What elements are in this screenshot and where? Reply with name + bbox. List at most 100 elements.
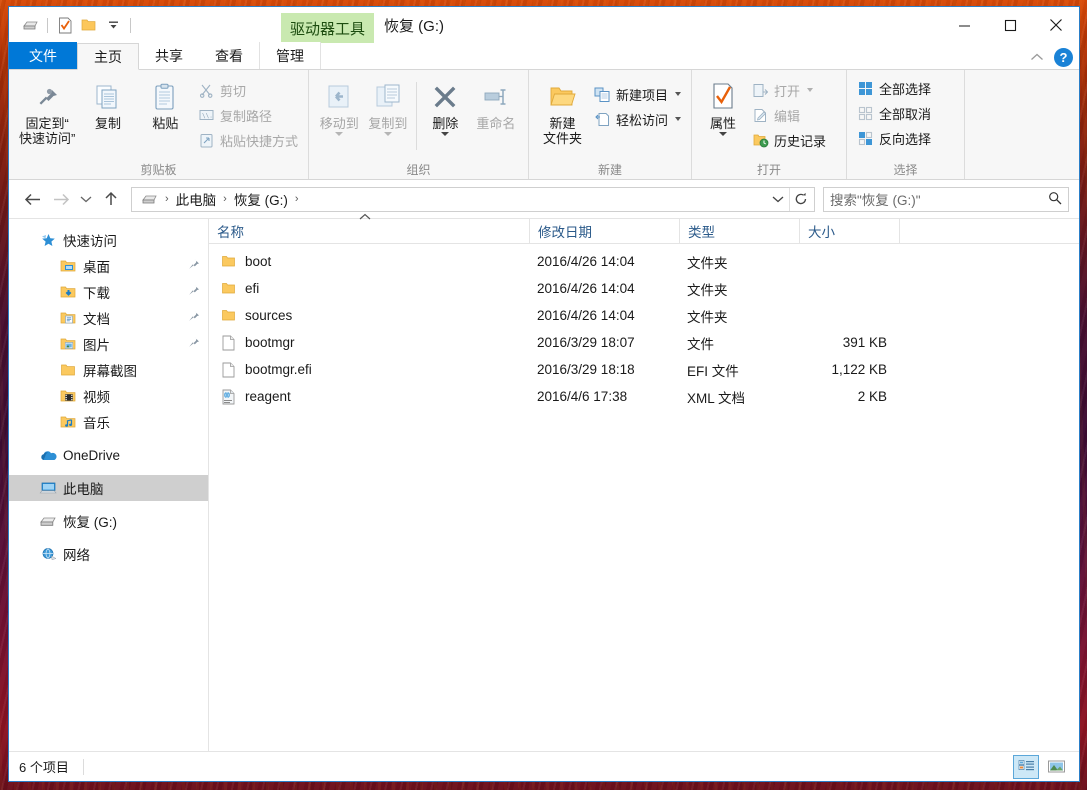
sidebar-item-onedrive[interactable]: OneDrive xyxy=(9,442,208,468)
properties-button[interactable]: 属性 xyxy=(698,74,748,136)
sidebar-item-quick-access[interactable]: 快速访问 xyxy=(9,227,208,253)
pin-icon xyxy=(32,78,62,116)
rename-button[interactable]: 重命名 xyxy=(470,74,522,131)
tab-view[interactable]: 查看 xyxy=(199,42,259,69)
sidebar-item-music[interactable]: 音乐 xyxy=(9,409,208,435)
history-dropdown-icon[interactable] xyxy=(767,188,789,211)
tab-home[interactable]: 主页 xyxy=(77,43,139,70)
sidebar-item-network[interactable]: 网络 xyxy=(9,541,208,567)
sidebar-item-recovery-drive[interactable]: 恢复 (G:) xyxy=(9,508,208,534)
maximize-button[interactable] xyxy=(987,7,1033,43)
file-size: 2 KB xyxy=(799,389,899,404)
pin-icon[interactable] xyxy=(187,258,200,274)
chevron-down-icon[interactable] xyxy=(441,132,449,136)
up-button[interactable] xyxy=(97,186,125,212)
help-button[interactable]: ? xyxy=(1054,48,1073,67)
address-bar[interactable]: › 此电脑 › 恢复 (G:) › xyxy=(131,187,815,212)
file-type: XML 文档 xyxy=(679,387,799,407)
tab-manage[interactable]: 管理 xyxy=(259,42,321,69)
chevron-down-icon[interactable] xyxy=(675,92,681,96)
nav-spacer xyxy=(9,534,208,541)
details-view-icon[interactable] xyxy=(1013,755,1039,779)
column-header-type[interactable]: 类型 xyxy=(679,219,799,244)
ribbon-group-new: 新建 文件夹 新建项目 xyxy=(529,70,692,179)
new-folder-icon[interactable] xyxy=(77,13,101,37)
edit-button[interactable]: 编辑 xyxy=(748,103,830,127)
pin-icon[interactable] xyxy=(187,284,200,300)
table-row[interactable]: reagent 2016/4/6 17:38 XML 文档 2 KB xyxy=(209,383,1079,410)
sidebar-label: 快速访问 xyxy=(63,230,117,250)
drive-icon[interactable] xyxy=(18,13,42,37)
delete-button[interactable]: 删除 xyxy=(421,74,470,136)
tab-file[interactable]: 文件 xyxy=(9,42,77,69)
breadcrumb-separator[interactable]: › xyxy=(163,193,171,205)
move-to-button[interactable]: 移动到 xyxy=(315,74,364,136)
properties-icon[interactable] xyxy=(53,13,77,37)
cut-button[interactable]: 剪切 xyxy=(194,78,302,102)
tab-share[interactable]: 共享 xyxy=(139,42,199,69)
table-row[interactable]: bootmgr.efi 2016/3/29 18:18 EFI 文件 1,122… xyxy=(209,356,1079,383)
chevron-down-icon[interactable] xyxy=(384,132,392,136)
sidebar-item-this-pc[interactable]: 此电脑 xyxy=(9,475,208,501)
open-button[interactable]: 打开 xyxy=(748,78,830,102)
column-header-name[interactable]: 名称 xyxy=(209,219,529,244)
breadcrumb-this-pc[interactable]: 此电脑 xyxy=(173,189,220,209)
chevron-down-icon[interactable] xyxy=(335,132,343,136)
recent-locations-button[interactable] xyxy=(75,186,97,212)
table-row[interactable]: bootmgr 2016/3/29 18:07 文件 391 KB xyxy=(209,329,1079,356)
column-header-date[interactable]: 修改日期 xyxy=(529,219,679,244)
select-none-label: 全部取消 xyxy=(879,104,931,123)
pin-icon[interactable] xyxy=(187,336,200,352)
invert-selection-button[interactable]: 反向选择 xyxy=(853,126,935,150)
pin-icon[interactable] xyxy=(187,310,200,326)
chevron-down-icon[interactable] xyxy=(807,88,813,92)
search-icon[interactable] xyxy=(1048,191,1062,208)
back-button[interactable] xyxy=(19,186,47,212)
copy-path-button[interactable]: \\.. 复制路径 xyxy=(194,103,302,127)
sidebar-item-videos[interactable]: 视频 xyxy=(9,383,208,409)
chevron-up-icon[interactable] xyxy=(1030,51,1044,65)
easy-access-button[interactable]: 轻松访问 xyxy=(590,107,685,131)
file-size: 1,122 KB xyxy=(799,362,899,377)
invert-selection-icon xyxy=(857,130,874,147)
select-all-button[interactable]: 全部选择 xyxy=(853,76,935,100)
breadcrumb-drive[interactable]: 恢复 (G:) xyxy=(231,189,291,209)
minimize-button[interactable] xyxy=(941,7,987,43)
paste-button[interactable]: 粘贴 xyxy=(137,74,194,131)
customize-dropdown-icon[interactable] xyxy=(101,13,125,37)
paste-shortcut-button[interactable]: 粘贴快捷方式 xyxy=(194,128,302,152)
view-mode-buttons xyxy=(1013,755,1069,779)
new-folder-button[interactable]: 新建 文件夹 xyxy=(535,74,590,146)
pin-to-quick-access-button[interactable]: 固定到“ 快速访问” xyxy=(15,74,79,146)
open-icon xyxy=(752,82,769,99)
search-input[interactable]: 搜索"恢复 (G:)" xyxy=(823,187,1069,212)
large-icons-view-icon[interactable] xyxy=(1043,755,1069,779)
table-row[interactable]: sources 2016/4/26 14:04 文件夹 xyxy=(209,302,1079,329)
table-row[interactable]: boot 2016/4/26 14:04 文件夹 xyxy=(209,248,1079,275)
close-button[interactable] xyxy=(1033,7,1079,43)
select-none-button[interactable]: 全部取消 xyxy=(853,101,935,125)
table-row[interactable]: efi 2016/4/26 14:04 文件夹 xyxy=(209,275,1079,302)
sidebar-item-downloads[interactable]: 下载 xyxy=(9,279,208,305)
sidebar-item-desktop[interactable]: 桌面 xyxy=(9,253,208,279)
sidebar-label: 此电脑 xyxy=(63,478,104,498)
breadcrumb-separator[interactable]: › xyxy=(293,193,301,205)
copy-to-button[interactable]: 复制到 xyxy=(364,74,413,136)
breadcrumb-separator[interactable]: › xyxy=(221,193,229,205)
sidebar-item-pictures[interactable]: 图片 xyxy=(9,331,208,357)
rename-label: 重命名 xyxy=(476,116,515,131)
forward-button[interactable] xyxy=(47,186,75,212)
column-header-size[interactable]: 大小 xyxy=(799,219,899,244)
sidebar-item-screenshots[interactable]: 屏幕截图 xyxy=(9,357,208,383)
history-button[interactable]: 历史记录 xyxy=(748,128,830,152)
chevron-down-icon[interactable] xyxy=(719,132,727,136)
folder-icon xyxy=(57,363,79,377)
sidebar-label: 下载 xyxy=(83,282,110,302)
new-item-button[interactable]: 新建项目 xyxy=(590,82,685,106)
sidebar-item-documents[interactable]: 文档 xyxy=(9,305,208,331)
refresh-icon[interactable] xyxy=(790,188,812,211)
svg-text:\\..: \\.. xyxy=(202,112,214,119)
copy-button[interactable]: 复制 xyxy=(79,74,136,131)
copy-path-icon: \\.. xyxy=(198,107,215,124)
chevron-down-icon[interactable] xyxy=(675,117,681,121)
